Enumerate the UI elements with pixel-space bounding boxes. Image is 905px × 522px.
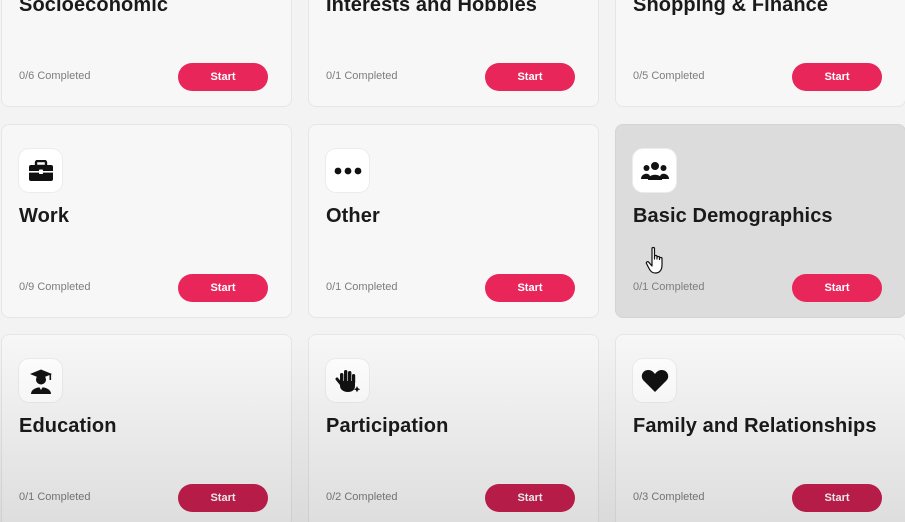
card-progress: 0/3 Completed (633, 491, 705, 503)
start-button[interactable]: Start (485, 484, 575, 512)
start-button[interactable]: Start (792, 484, 882, 512)
briefcase-icon (19, 149, 62, 192)
card-title: Work (19, 205, 70, 227)
card-title: Basic Demographics (633, 205, 833, 227)
category-card-socioeconomic[interactable]: Socioeconomic 0/6 Completed Start (1, 0, 292, 107)
start-button[interactable]: Start (178, 63, 268, 91)
card-title: Family and Relationships (633, 415, 877, 437)
category-card-family-and-relationships[interactable]: Family and Relationships 0/3 Completed S… (615, 334, 905, 522)
card-title: Interests and Hobbies (326, 0, 538, 16)
card-progress: 0/5 Completed (633, 70, 705, 82)
card-progress: 0/9 Completed (19, 281, 91, 293)
ellipsis-icon (326, 149, 369, 192)
start-button[interactable]: Start (485, 274, 575, 302)
people-group-icon (633, 149, 676, 192)
start-button[interactable]: Start (485, 63, 575, 91)
hand-pointer-cursor-icon (645, 246, 663, 274)
start-button[interactable]: Start (792, 63, 882, 91)
card-progress: 0/1 Completed (633, 281, 705, 293)
category-card-shopping-finance[interactable]: Shopping & Finance 0/5 Completed Start (615, 0, 905, 107)
graduate-icon (19, 359, 62, 402)
card-progress: 0/1 Completed (326, 70, 398, 82)
start-button[interactable]: Start (178, 274, 268, 302)
card-progress: 0/2 Completed (326, 491, 398, 503)
card-title: Socioeconomic (19, 0, 169, 16)
card-progress: 0/1 Completed (19, 491, 91, 503)
card-title: Shopping & Finance (633, 0, 829, 16)
card-title: Education (19, 415, 117, 437)
start-button[interactable]: Start (792, 274, 882, 302)
category-card-basic-demographics[interactable]: Basic Demographics 0/1 Completed Start (615, 124, 905, 318)
start-button[interactable]: Start (178, 484, 268, 512)
card-progress: 0/6 Completed (19, 70, 91, 82)
heart-icon (633, 359, 676, 402)
card-title: Participation (326, 415, 449, 437)
category-card-work[interactable]: Work 0/9 Completed Start (1, 124, 292, 318)
category-card-interests-and-hobbies[interactable]: Interests and Hobbies 0/1 Completed Star… (308, 0, 599, 107)
card-progress: 0/1 Completed (326, 281, 398, 293)
survey-category-grid: Socioeconomic 0/6 Completed Start Intere… (0, 0, 905, 522)
raised-hand-icon (326, 359, 369, 402)
category-card-participation[interactable]: Participation 0/2 Completed Start (308, 334, 599, 522)
category-card-other[interactable]: Other 0/1 Completed Start (308, 124, 599, 318)
card-title: Other (326, 205, 380, 227)
category-card-education[interactable]: Education 0/1 Completed Start (1, 334, 292, 522)
